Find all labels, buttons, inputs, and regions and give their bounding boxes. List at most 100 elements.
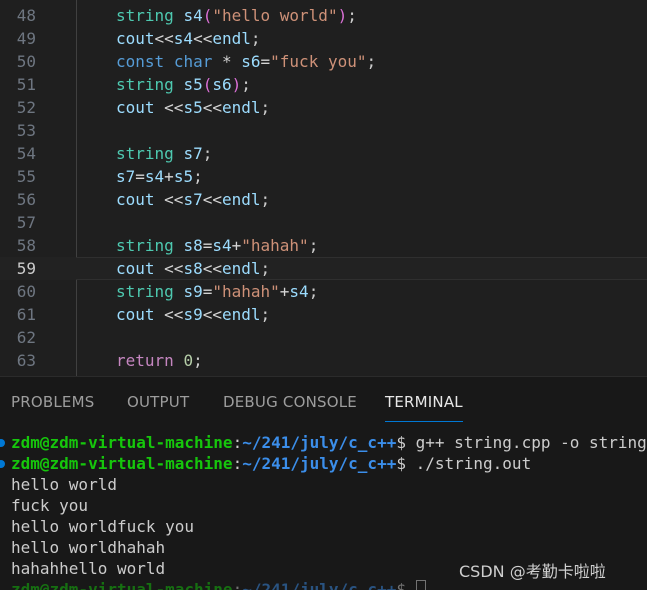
tab-output[interactable]: OUTPUT: [127, 393, 189, 411]
code-line[interactable]: 52 cout <<s5<<endl;: [0, 96, 647, 119]
code-token: =: [202, 282, 213, 301]
code-line[interactable]: 58 string s8=s4+"hahah";: [0, 234, 647, 257]
code-line[interactable]: 53: [0, 119, 647, 142]
code-token: s8: [183, 236, 203, 255]
line-number: 54: [16, 144, 36, 163]
code-token: endl: [212, 29, 251, 48]
code-token: s6: [212, 75, 232, 94]
code-token: cout: [116, 98, 155, 117]
line-number: 60: [16, 282, 36, 301]
code-line[interactable]: 51 string s5(s6);: [0, 73, 647, 96]
code-token: <<: [154, 190, 184, 209]
code-token: s5: [183, 98, 203, 117]
prompt-colon: :: [232, 433, 243, 452]
code-token: s9: [183, 282, 203, 301]
tab-problems[interactable]: PROBLEMS: [11, 393, 94, 411]
code-token: =: [202, 236, 213, 255]
line-number: 55: [16, 167, 36, 186]
tab-debug-console[interactable]: DEBUG CONSOLE: [223, 393, 357, 411]
code-token: endl: [221, 259, 261, 278]
code-line[interactable]: 49 cout<<s4<<endl;: [0, 27, 647, 50]
code-editor[interactable]: 48 string s4("hello world"); 49 cout<<s4<<e…: [0, 0, 647, 376]
code-token: <<: [154, 305, 184, 324]
command-text: g++ string.cpp -o string.out: [415, 433, 647, 452]
code-token: "hahah": [241, 236, 309, 255]
code-token: s7: [183, 190, 203, 209]
code-text: string s8=s4+"hahah";: [116, 234, 318, 257]
output-text: hahahhello world: [11, 559, 166, 578]
code-text: return 0;: [116, 349, 203, 372]
tab-terminal[interactable]: TERMINAL: [385, 393, 463, 422]
code-token: +: [231, 236, 242, 255]
code-token: +: [164, 167, 174, 186]
code-token: s4: [144, 167, 165, 186]
code-token: string: [116, 282, 174, 301]
code-token: ;: [202, 144, 213, 163]
code-line[interactable]: 56 cout <<s7<<endl;: [0, 188, 647, 211]
code-token: s7: [183, 144, 203, 163]
code-line[interactable]: 62: [0, 326, 647, 349]
active-tab-underline: [385, 421, 463, 422]
code-token: ;: [260, 190, 271, 209]
code-token: "hahah": [212, 282, 280, 301]
code-text: cout <<s5<<endl;: [116, 96, 270, 119]
code-token: endl: [221, 190, 261, 209]
code-line[interactable]: 48 string s4("hello world");: [0, 4, 647, 27]
prompt-path: ~/241/july/c_c++: [242, 454, 397, 473]
code-token: const: [116, 52, 165, 71]
code-token: ;: [260, 305, 271, 324]
code-line[interactable]: 59 cout <<s8<<endl;: [0, 257, 647, 280]
code-line[interactable]: 55 s7=s4+s5;: [0, 165, 647, 188]
code-token: s7: [116, 167, 136, 186]
code-line[interactable]: 63 return 0;: [0, 349, 647, 372]
code-text: cout <<s9<<endl;: [116, 303, 270, 326]
prompt-text: zdm@zdm-virtual-machine:~/241/july/c_c++…: [11, 432, 647, 453]
code-token: s4: [212, 236, 232, 255]
code-token: s4: [183, 6, 203, 25]
code-token: <<: [202, 305, 222, 324]
command-decoration-dot[interactable]: [0, 439, 5, 447]
tab-label: DEBUG CONSOLE: [223, 393, 357, 411]
code-token: endl: [221, 98, 261, 117]
output-text: hello world: [11, 475, 117, 494]
line-number: 62: [16, 328, 36, 347]
output-text: fuck you: [11, 496, 89, 515]
code-token: string: [116, 6, 174, 25]
code-token: "hello world": [212, 6, 338, 25]
command-text: ./string.out: [405, 454, 532, 473]
code-token: ;: [260, 259, 271, 278]
code-token: <<: [154, 259, 184, 278]
code-line[interactable]: 57: [0, 211, 647, 234]
code-token: "fuck you": [270, 52, 367, 71]
prompt-symbol: $: [396, 454, 406, 473]
code-text: string s5(s6);: [116, 73, 251, 96]
command-decoration-dot[interactable]: [0, 460, 5, 468]
code-token: cout: [116, 305, 155, 324]
prompt-symbol: $: [396, 433, 406, 452]
code-line[interactable]: 61 cout <<s9<<endl;: [0, 303, 647, 326]
line-number: 49: [16, 29, 36, 48]
watermark: CSDN @考勤卡啦啦: [459, 562, 606, 581]
code-token: string: [116, 144, 174, 163]
code-token: <<: [154, 29, 174, 48]
code-text: s7=s4+s5;: [116, 165, 203, 188]
code-token: <<: [202, 190, 222, 209]
output-text: hello worldfuck you: [11, 517, 195, 536]
code-line[interactable]: 50 const char * s6="fuck you";: [0, 50, 647, 73]
tab-label: PROBLEMS: [11, 393, 95, 411]
code-token: s4: [289, 282, 309, 301]
code-token: ;: [308, 236, 319, 255]
code-token: ;: [366, 52, 377, 71]
code-line[interactable]: 60 string s9="hahah"+s4;: [0, 280, 647, 303]
line-number: 48: [16, 6, 36, 25]
code-token: ;: [308, 282, 319, 301]
code-token: s9: [183, 305, 203, 324]
prompt-user: zdm@zdm-virtual-machine: [11, 454, 233, 473]
code-token: ;: [250, 29, 261, 48]
code-token: string: [116, 75, 174, 94]
code-line[interactable]: 54 string s7;: [0, 142, 647, 165]
panel-tabs: PROBLEMS OUTPUT DEBUG CONSOLE TERMINAL: [0, 377, 647, 423]
